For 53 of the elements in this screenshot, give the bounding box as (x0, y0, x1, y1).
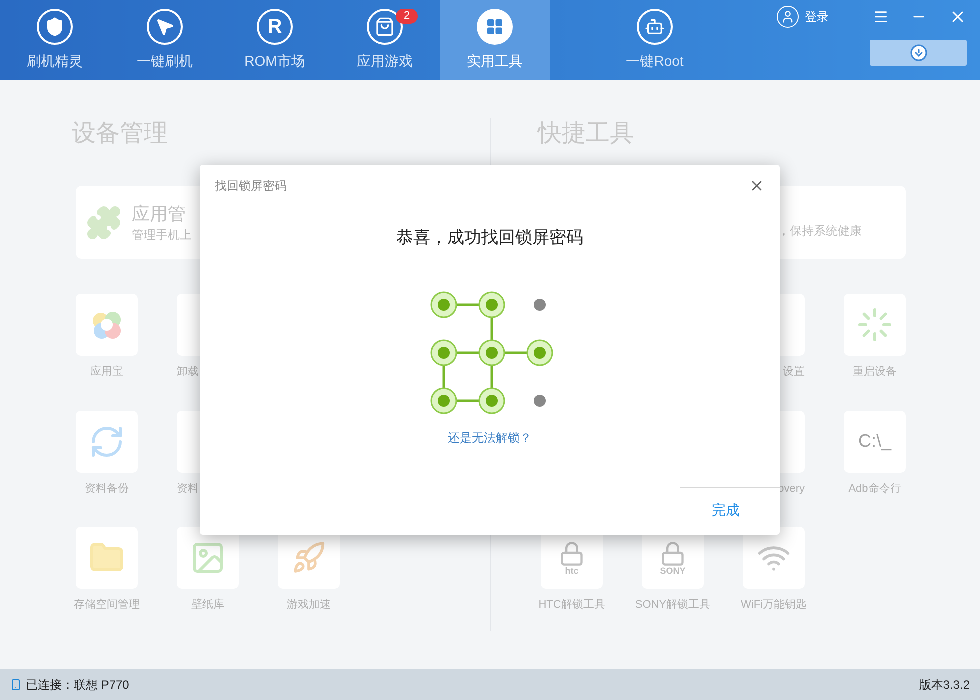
tool-label: 存储空间管理 (74, 598, 140, 613)
card-subtitle: ，保持系统健康 (778, 222, 862, 240)
tool-label: HTC解锁工具 (538, 598, 606, 613)
tool-label: 游戏加速 (287, 598, 331, 613)
nav-tab[interactable]: 应用游戏 2 (330, 0, 440, 80)
spinner-icon (857, 307, 893, 343)
tool-label: Adb命令行 (848, 482, 902, 496)
tool-tile[interactable] (844, 294, 906, 356)
nav-tab[interactable]: 实用工具 (440, 0, 550, 80)
tool-tile[interactable] (76, 294, 138, 356)
puzzle-icon (86, 204, 122, 240)
tool-label: 设置 (783, 365, 805, 380)
nav-tab[interactable]: 一键刷机 (110, 0, 220, 80)
download-icon (910, 44, 928, 62)
tool-label: 壁纸库 (192, 598, 224, 613)
tool-label: 资料 (177, 482, 199, 496)
cursor-icon (155, 16, 175, 36)
letter-icon: R (268, 16, 282, 36)
connection-status: 已连接：联想 P770 (26, 676, 130, 694)
card-subtitle: 管理手机上 (132, 226, 192, 244)
tool-tile[interactable] (76, 527, 138, 589)
terminal-glyph: C:\_ (858, 430, 892, 453)
nav-tab[interactable]: 刷机精灵 (0, 0, 110, 80)
nav-tab[interactable]: R ROM市场 (220, 0, 330, 80)
rocket-icon (292, 541, 326, 575)
avatar-icon[interactable] (777, 6, 799, 28)
tool-label: SONY解锁工具 (635, 598, 711, 613)
dialog-heading: 恭喜，成功找回锁屏密码 (396, 227, 584, 249)
count-badge: 2 (396, 9, 418, 24)
phone-icon (10, 678, 22, 692)
dialog-title: 找回锁屏密码 (215, 178, 287, 195)
help-link[interactable]: 还是无法解锁？ (448, 428, 532, 446)
tool-tile[interactable] (76, 410, 138, 472)
tool-tile[interactable] (743, 527, 805, 589)
menu-icon[interactable] (873, 9, 889, 25)
card-title: 应用管 (132, 202, 187, 226)
login-link[interactable]: 登录 (805, 8, 829, 26)
bag-icon (375, 16, 395, 36)
done-button[interactable]: 完成 (712, 500, 740, 521)
tool-label: 卸载 (177, 365, 199, 380)
tool-label: WiFi万能钥匙 (741, 598, 807, 613)
version-label: 版本3.3.2 (919, 676, 970, 694)
tool-label: 重启设备 (853, 364, 897, 380)
picture-icon (190, 540, 226, 576)
robot-icon (645, 16, 665, 36)
download-button[interactable] (870, 40, 967, 66)
shield-icon (45, 16, 65, 36)
nav-tab[interactable]: 一键Root (570, 0, 740, 80)
tool-tile[interactable] (177, 527, 239, 589)
grid-icon (486, 18, 504, 36)
tool-label: 应用宝 (90, 364, 124, 380)
tool-tile[interactable]: C:\_ (844, 410, 906, 472)
tool-label: 资料备份 (85, 482, 129, 496)
